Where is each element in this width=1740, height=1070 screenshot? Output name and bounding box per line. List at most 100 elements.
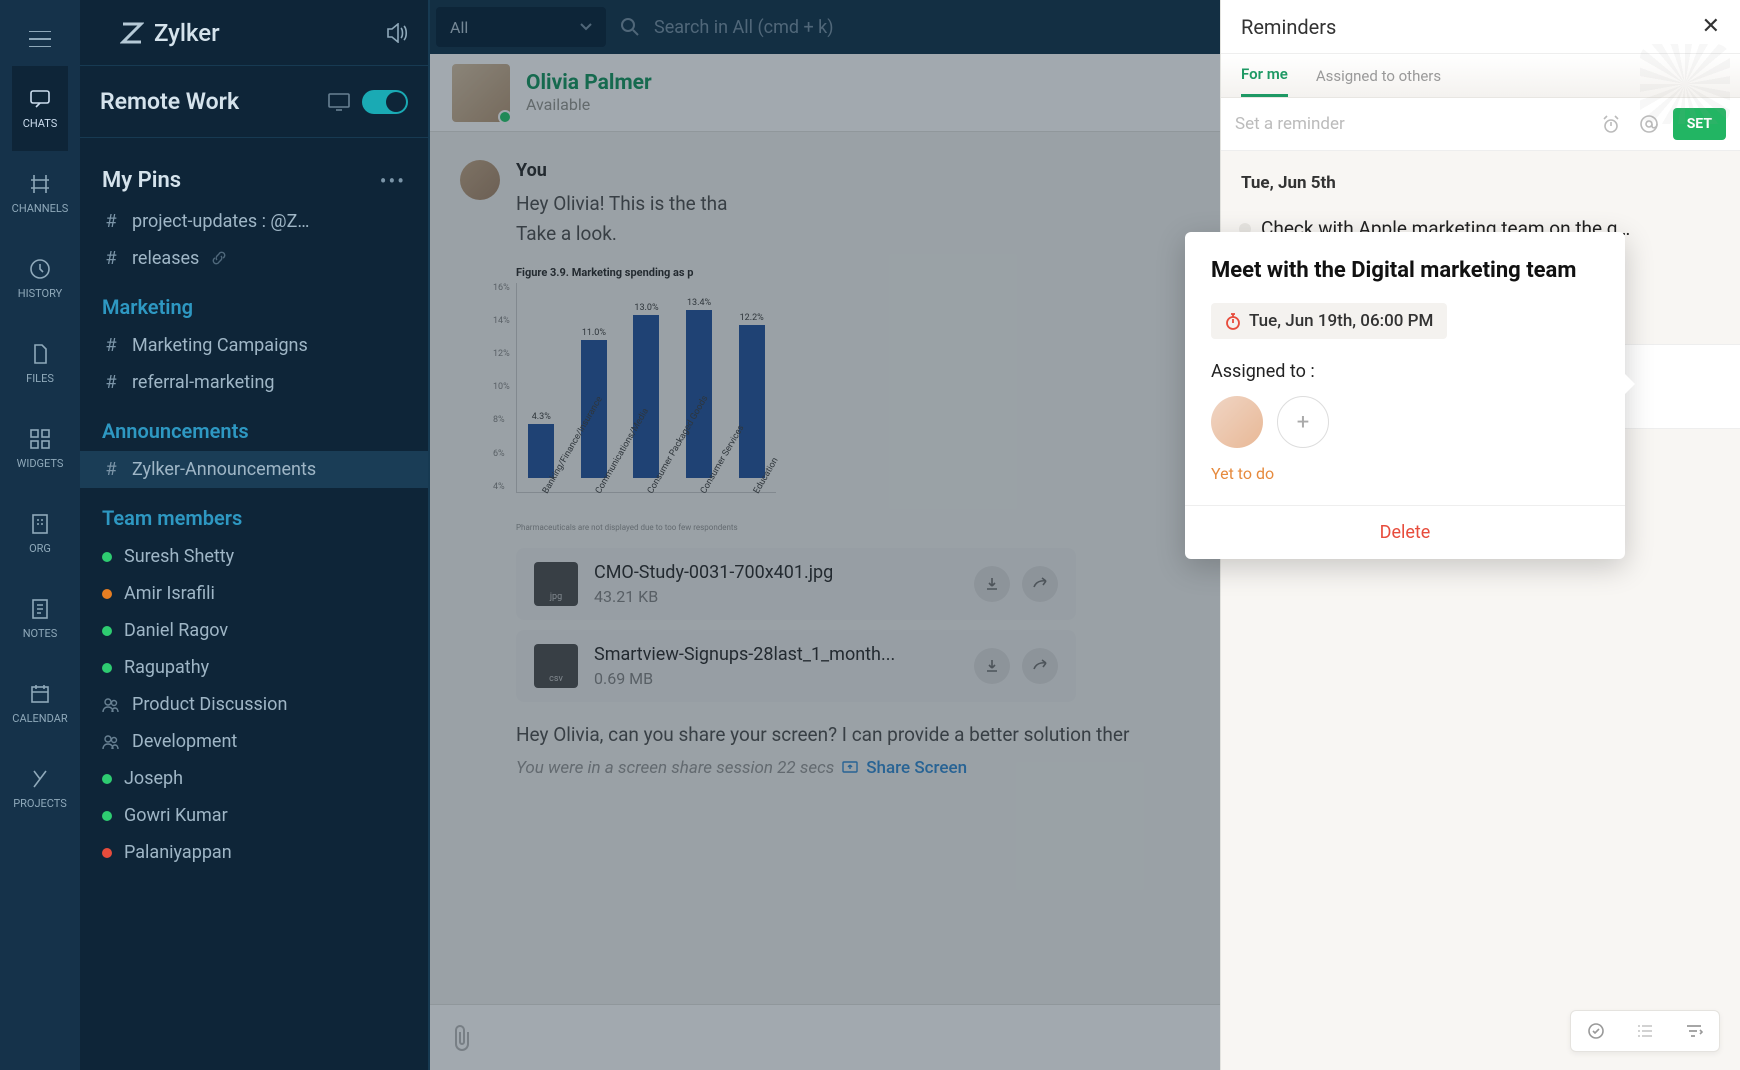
workspace-row: Remote Work [80,66,428,138]
projects-icon [28,767,52,791]
tab-for-me[interactable]: For me [1241,54,1288,97]
presence-dot-icon [102,774,112,784]
tray-check-icon[interactable] [1587,1022,1605,1040]
sound-icon[interactable] [386,23,408,43]
rail-widgets[interactable]: WIDGETS [12,406,69,491]
file-icon: jpg [534,562,578,606]
rail-chats[interactable]: CHATS [12,66,69,151]
delete-button[interactable]: Delete [1380,522,1431,543]
message-text: Hey Olivia! This is the tha Take a look. [516,189,1190,250]
my-pins-more[interactable]: ••• [380,169,406,193]
workspace-name: Remote Work [100,88,239,115]
download-button[interactable] [974,566,1010,602]
sidebar-item[interactable]: Development [80,723,428,760]
chart-title: Figure 3.9. Marketing spending as p [516,266,776,279]
search-icon [620,17,640,37]
rail-org[interactable]: ORG [12,491,69,576]
sidebar-item[interactable]: #referral-marketing [80,364,428,401]
share-button[interactable] [1022,566,1058,602]
message: You Hey Olivia! This is the tha Take a l… [460,160,1190,778]
panel-header: Reminders ✕ [1221,0,1740,54]
chart-attachment[interactable]: Figure 3.9. Marketing spending as p 4%6%… [516,266,776,532]
sidebar-item[interactable]: Daniel Ragov [80,612,428,649]
sidebar-item[interactable]: Palaniyappan [80,834,428,871]
my-pins-title: My Pins [102,168,181,193]
workspace-toggle[interactable] [362,90,408,114]
file-icon: csv [534,644,578,688]
share-screen-link[interactable]: Share Screen [866,758,967,778]
share-screen-icon [842,761,858,775]
chat-subtitle: Available [526,95,652,114]
brand-icon [120,21,144,45]
rail-notes[interactable]: NOTES [12,576,69,661]
tray-list-icon[interactable] [1636,1024,1654,1038]
mention-icon[interactable] [1635,110,1663,138]
sidebar-item[interactable]: #Marketing Campaigns [80,327,428,364]
presence-dot-icon [102,626,112,636]
message-text-2: Hey Olivia, can you share your screen? I… [516,720,1190,750]
chat-title: Olivia Palmer [526,71,652,95]
reminder-popover: Meet with the Digital marketing team Tue… [1185,232,1625,559]
sidebar-group-title: Marketing [80,277,428,327]
pin-item[interactable]: #project-updates : @Z… [80,203,428,240]
close-icon[interactable]: ✕ [1702,14,1720,39]
messages-area[interactable]: You Hey Olivia! This is the tha Take a l… [430,132,1220,1070]
presence-dot-icon [498,110,512,124]
brand-header: Zylker [80,0,428,66]
reminder-input[interactable] [1235,114,1587,134]
popover-status: Yet to do [1211,464,1599,483]
sidebar-item[interactable]: #Zylker-Announcements [80,451,428,488]
file-name: CMO-Study-0031-700x401.jpg [594,562,833,583]
sidebar-item[interactable]: Product Discussion [80,686,428,723]
composer[interactable] [430,1004,1220,1070]
rail-history[interactable]: HISTORY [12,236,69,321]
chat-avatar[interactable] [452,64,510,122]
monitor-icon[interactable] [328,93,350,111]
pin-item[interactable]: #releases [80,240,428,277]
reminder-input-row: SET [1221,98,1740,151]
file-attachment[interactable]: csvSmartview-Signups-28last_1_month...0.… [516,630,1076,702]
scope-selector[interactable]: All [436,7,606,47]
rail-files[interactable]: FILES [12,321,69,406]
message-avatar[interactable] [460,160,500,200]
panel-title: Reminders [1241,15,1336,39]
org-icon [28,512,52,536]
brand-name: Zylker [154,19,220,47]
notes-icon [28,597,52,621]
popover-time[interactable]: Tue, Jun 19th, 06:00 PM [1211,303,1447,339]
assignee-avatar[interactable] [1211,396,1263,448]
file-size: 0.69 MB [594,669,895,688]
file-attachment[interactable]: jpg CMO-Study-0031-700x401.jpg 43.21 KB [516,548,1076,620]
sidebar-item[interactable]: Suresh Shetty [80,538,428,575]
chart-bar: 13.4%Consumer Services [679,298,720,492]
rail-calendar[interactable]: CALENDAR [12,661,69,746]
attach-icon[interactable] [450,1024,474,1052]
hash-icon: # [102,211,120,232]
share-button[interactable] [1022,648,1058,684]
rail-channels[interactable]: CHANNELS [12,151,69,236]
rail-projects[interactable]: PROJECTS [12,746,69,831]
chat-header: Olivia Palmer Available [430,54,1220,132]
sidebar: Zylker Remote Work My Pins ••• #project-… [80,0,430,1070]
tray-filter-icon[interactable] [1685,1024,1703,1038]
link-icon [211,250,229,268]
stopwatch-icon [1225,312,1241,330]
set-button[interactable]: SET [1673,108,1726,140]
main-area: All Olivia Palmer Available You Hey Oliv… [430,0,1220,1070]
add-assignee-button[interactable]: + [1277,396,1329,448]
sidebar-scroll[interactable]: My Pins ••• #project-updates : @Z…#relea… [80,138,428,1070]
file-size: 43.21 KB [594,587,833,606]
chart-bar: 12.2%Education [731,313,772,492]
chevron-down-icon [580,23,592,31]
presence-dot-icon [102,811,112,821]
search-input[interactable] [654,17,1202,38]
tab-assigned-others[interactable]: Assigned to others [1316,54,1441,97]
sidebar-item[interactable]: Amir Israfili [80,575,428,612]
alarm-icon[interactable] [1597,110,1625,138]
chats-icon [28,87,52,111]
download-button[interactable] [974,648,1010,684]
hamburger-menu[interactable] [0,12,80,66]
sidebar-item[interactable]: Ragupathy [80,649,428,686]
sidebar-item[interactable]: Joseph [80,760,428,797]
sidebar-item[interactable]: Gowri Kumar [80,797,428,834]
